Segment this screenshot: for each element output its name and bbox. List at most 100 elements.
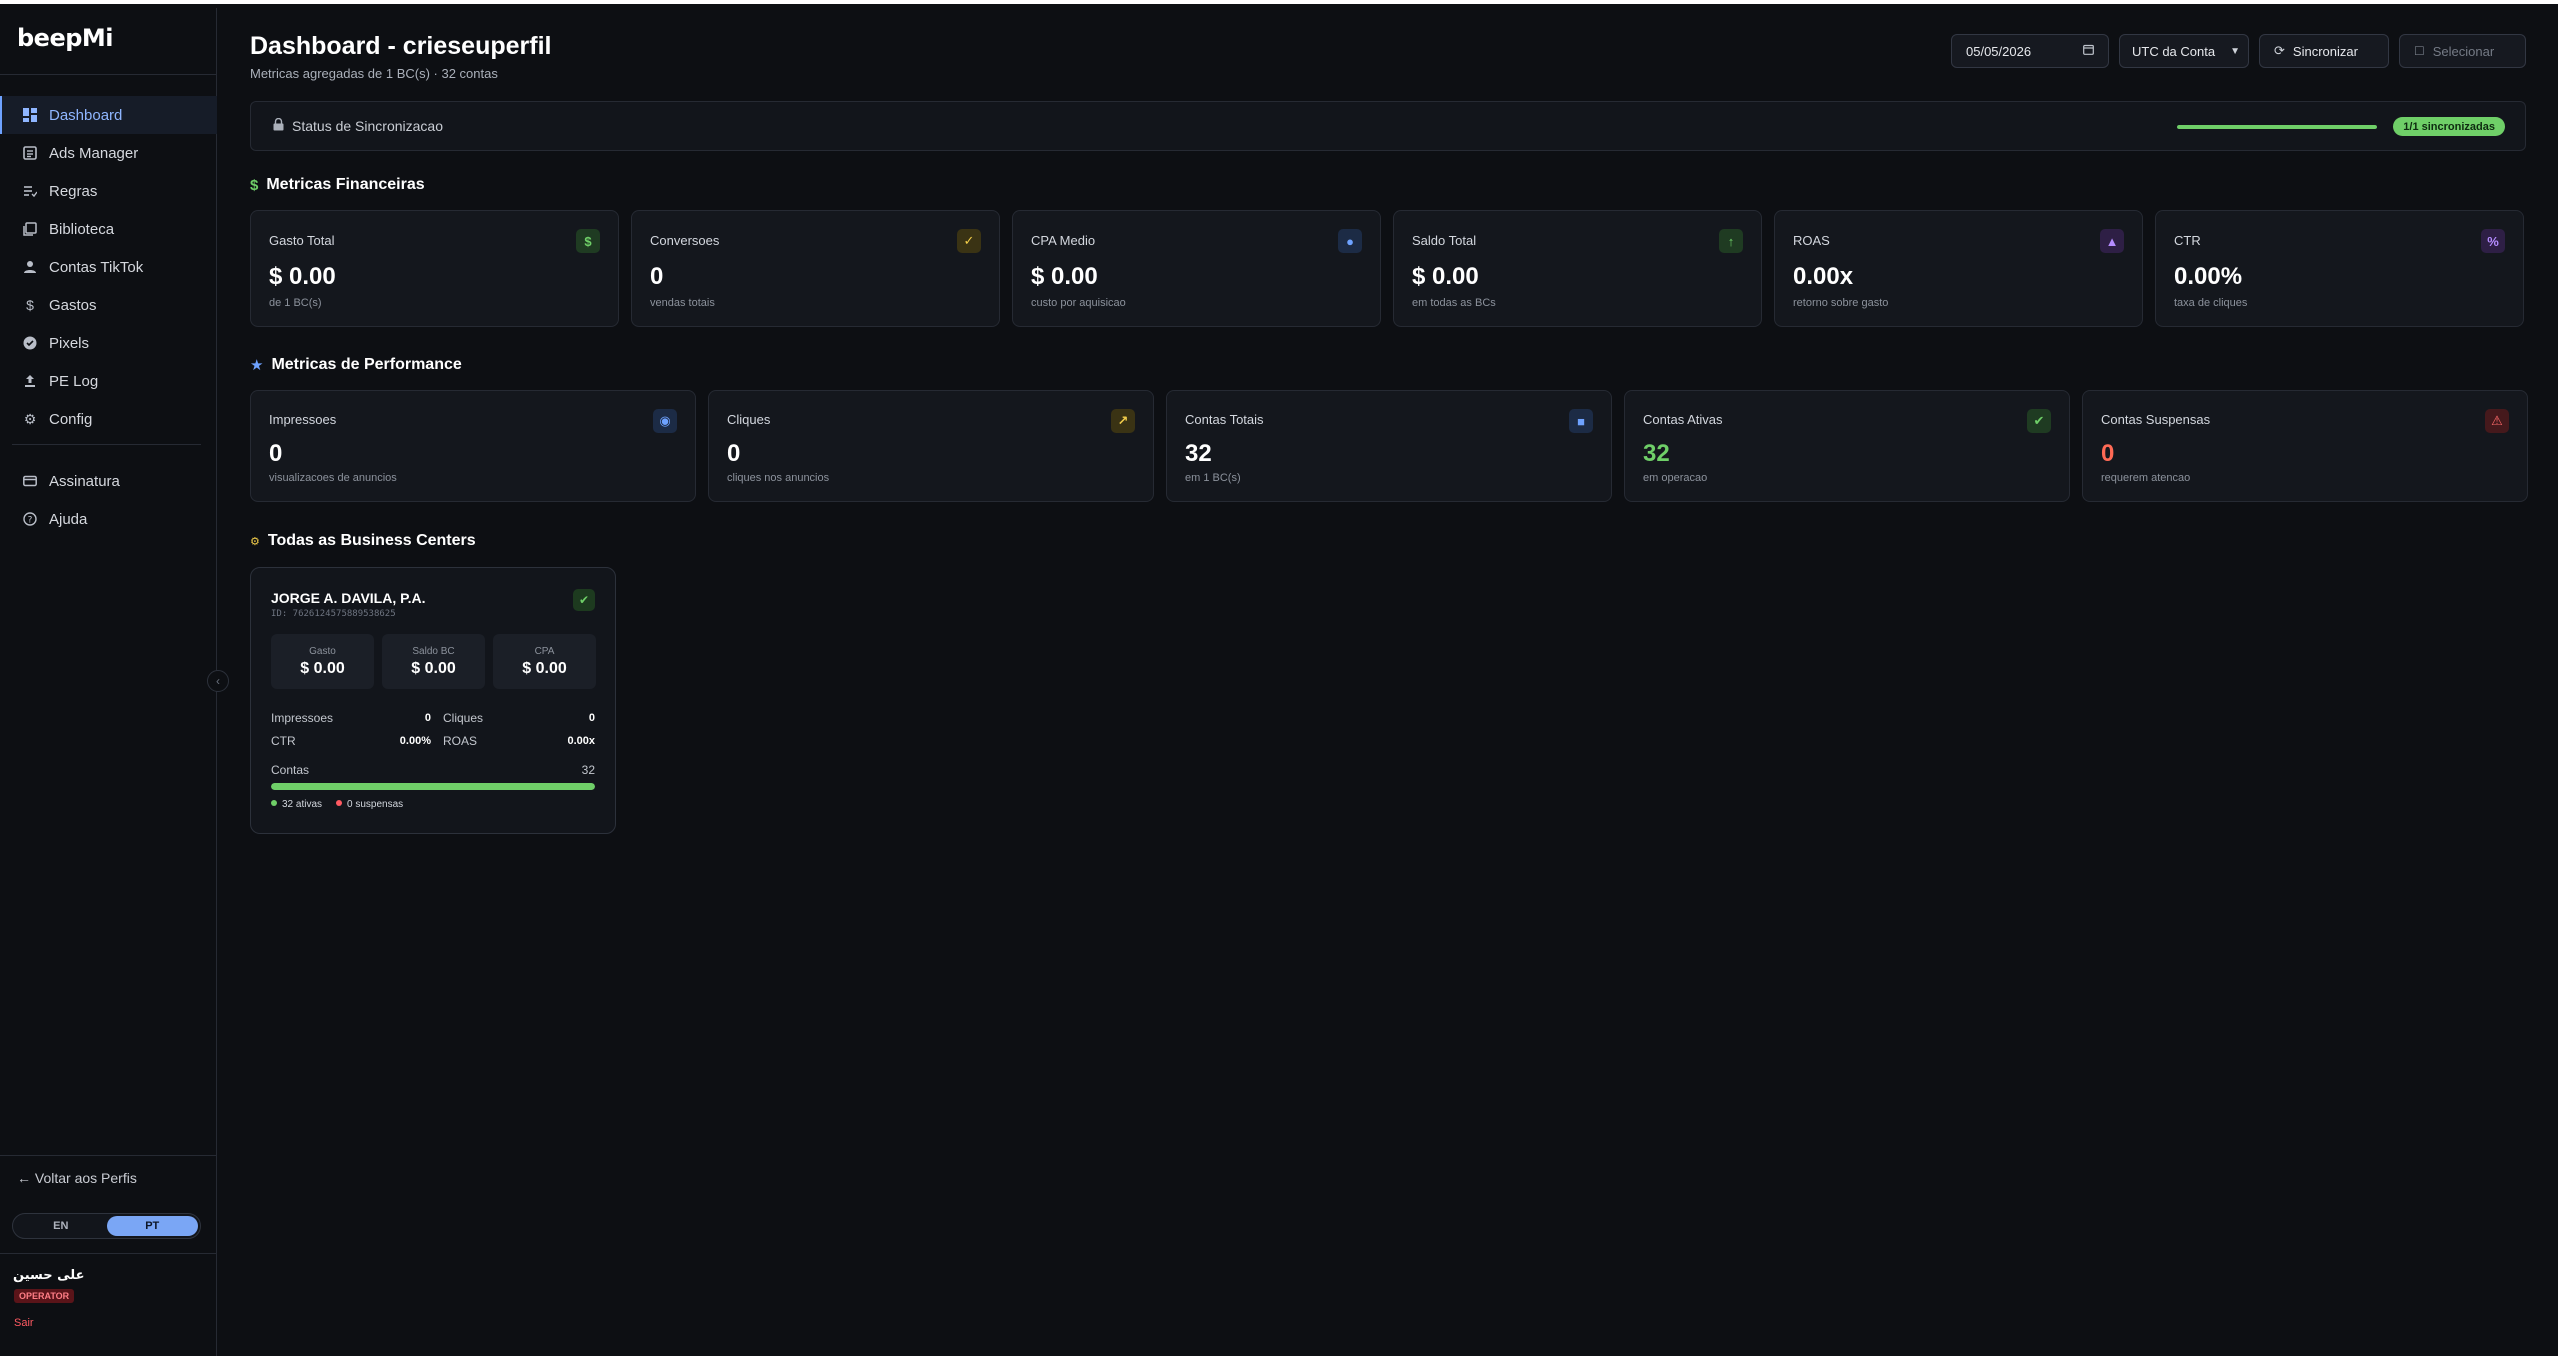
metric-card-roas: ROAS 0.00x retorno sobre gasto ▲ [1774,210,2143,327]
mini-label: Gasto [309,645,336,657]
calendar-icon[interactable] [2083,44,2094,58]
logout-link[interactable]: Sair [14,1317,34,1329]
timezone-select[interactable]: UTC da Conta ▼ [2119,34,2249,68]
sync-progress-bar [2177,125,2377,129]
date-picker[interactable]: 05/05/2026 [1951,34,2109,68]
sidebar-item-ajuda[interactable]: ? Ajuda [0,500,217,538]
sidebar-item-label: Config [49,410,93,428]
language-toggle: EN PT [12,1213,201,1239]
metric-card-cpa-medio: CPA Medio $ 0.00 custo por aquisicao ● [1012,210,1381,327]
ads-manager-icon [21,144,39,162]
sidebar-item-label: Contas TikTok [49,258,144,276]
metric-subtext: requerem atencao [2101,472,2191,484]
sidebar-item-pe-log[interactable]: PE Log [0,362,217,400]
bc-section-title: ⚙ Todas as Business Centers [250,532,476,550]
metric-label: ROAS [1793,233,1830,248]
sync-status-label: Status de Sincronizacao [292,118,443,134]
credit-card-icon [21,472,39,490]
bc-card[interactable]: JORGE A. DAVILA, P.A. ID: 76261245758895… [250,567,616,834]
sidebar-item-label: Gastos [49,296,97,314]
sidebar-item-contas-tiktok[interactable]: Contas TikTok [0,248,217,286]
metric-label: Contas Totais [1185,412,1264,427]
metric-value: 0 [727,440,741,467]
sidebar-item-gastos[interactable]: $ Gastos [0,286,217,324]
checkbox-icon: ☐ [2414,44,2425,58]
date-value: 05/05/2026 [1966,43,2032,59]
dollar-icon: $ [576,229,600,253]
stat-value: 0 [424,711,431,724]
sidebar-item-label: Dashboard [49,106,123,124]
sync-button[interactable]: ⟳ Sincronizar [2259,34,2389,68]
bc-title: Todas as Business Centers [267,532,476,549]
sidebar-item-biblioteca[interactable]: Biblioteca [0,210,217,248]
sidebar-item-ads-manager[interactable]: Ads Manager [0,134,217,172]
rules-icon [21,182,39,200]
square-icon: ■ [1569,409,1593,433]
metric-label: Gasto Total [269,233,335,248]
bc-accounts-row: Contas 32 [271,763,595,777]
bc-active-text: 32 ativas [282,799,323,810]
sidebar-item-assinatura[interactable]: Assinatura [0,462,217,500]
metric-card-conversoes: Conversoes 0 vendas totais ✓ [631,210,1000,327]
metric-subtext: retorno sobre gasto [1793,297,1889,309]
back-to-profiles-link[interactable]: ← Voltar aos Perfis [17,1170,137,1186]
sync-status-badge: 1/1 sincronizadas [2393,117,2505,136]
library-icon [21,220,39,238]
metric-subtext: taxa de cliques [2174,297,2248,309]
bc-mini-gasto: Gasto $ 0.00 [271,634,374,689]
eye-icon: ◉ [653,409,677,433]
sidebar-divider [0,1253,217,1254]
bc-mini-metrics: Gasto $ 0.00 Saldo BC $ 0.00 CPA $ 0.00 [271,634,596,689]
metric-subtext: cliques nos anuncios [727,472,830,484]
gear-icon: ⚙ [23,410,37,427]
metric-subtext: visualizacoes de anuncios [269,472,397,484]
dollar-icon: $ [26,297,34,313]
metric-label: Contas Suspensas [2101,412,2211,427]
percent-icon: % [2481,229,2505,253]
check-icon: ✔ [573,589,595,611]
page-subtitle: Metricas agregadas de 1 BC(s) · 32 conta… [250,66,498,81]
page-title: Dashboard - crieseuperfil [250,32,552,60]
performance-title: Metricas de Performance [271,356,462,373]
sidebar-item-dashboard[interactable]: Dashboard [0,96,217,134]
metric-value: $ 0.00 [1031,263,1098,290]
warning-icon: ⚠ [2485,409,2509,433]
lang-option-pt[interactable]: PT [106,1216,198,1236]
mini-value: $ 0.00 [300,659,345,677]
metric-card-ctr: CTR 0.00% taxa de cliques % [2155,210,2524,327]
mini-value: $ 0.00 [411,659,456,677]
bc-accounts-legend: 32 ativas 0 suspensas [271,799,403,810]
arrow-up-icon: ↑ [1719,229,1743,253]
performance-cards: Impressoes 0 visualizacoes de anuncios ◉… [250,390,2528,502]
sidebar-item-regras[interactable]: Regras [0,172,217,210]
metric-subtext: em operacao [1643,472,1708,484]
sidebar-item-config[interactable]: ⚙ Config [0,400,217,438]
lang-option-en[interactable]: EN [15,1216,107,1236]
help-icon: ? [21,510,39,528]
sidebar-item-label: Assinatura [49,472,120,490]
bc-legend-suspended: 0 suspensas [336,799,403,810]
upload-icon [21,372,39,390]
metric-label: Impressoes [269,412,337,427]
stat-label: ROAS [443,733,478,748]
sidebar-nav: Dashboard Ads Manager Regras Biblioteca … [0,96,217,438]
metric-value: 0 [2101,440,2115,467]
triangle-icon: ▲ [2100,229,2124,253]
check-icon: ✔ [2027,409,2051,433]
bc-accounts-label: Contas [271,763,310,777]
metric-value: 0.00x [1793,263,1854,290]
select-button[interactable]: ☐ Selecionar [2399,34,2526,68]
lock-icon [273,117,284,134]
mini-label: CPA [534,645,555,657]
sync-label: Sincronizar [2292,43,2358,59]
mini-label: Saldo BC [412,645,455,657]
red-dot-icon [336,800,343,806]
sidebar-item-label: Ajuda [49,510,88,528]
sync-status-bar[interactable]: Status de Sincronizacao 1/1 sincronizada… [250,101,2526,151]
user-role-badge: OPERATOR [14,1289,75,1303]
sidebar-item-label: Regras [49,182,98,200]
sidebar-item-pixels[interactable]: Pixels [0,324,217,362]
chevron-down-icon: ▼ [2230,45,2240,57]
app-logo[interactable]: beepMi [17,24,114,56]
metric-value: 32 [1185,440,1212,467]
